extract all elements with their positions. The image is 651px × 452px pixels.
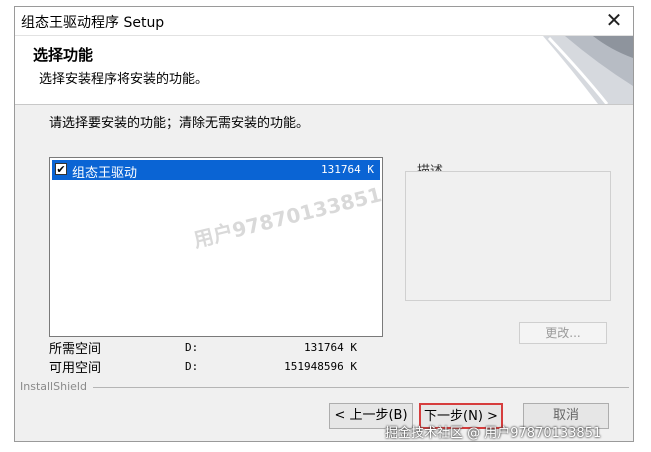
page-title: 选择功能 xyxy=(33,46,94,64)
description-panel xyxy=(405,171,611,301)
footer-divider xyxy=(93,387,629,388)
available-space-value: 151948596 K xyxy=(284,360,357,373)
setup-window: 组态王驱动程序 Setup ✕ 选择功能 选择安装程序将安装的功能。 请选择要安… xyxy=(14,6,634,442)
wizard-header: 选择功能 选择安装程序将安装的功能。 xyxy=(15,36,633,105)
available-space-label: 可用空间 xyxy=(49,361,102,376)
window-title: 组态王驱动程序 Setup xyxy=(21,15,165,31)
change-button[interactable]: 更改... xyxy=(519,322,607,344)
feature-checkbox[interactable]: ✔ xyxy=(55,163,67,175)
feature-size: 131764 K xyxy=(321,163,374,176)
screenshot: 组态王驱动程序 Setup ✕ 选择功能 选择安装程序将安装的功能。 请选择要安… xyxy=(0,0,651,452)
instruction-text: 请选择要安装的功能；清除无需安装的功能。 xyxy=(49,116,310,131)
feature-item[interactable]: ✔ 组态王驱动 131764 K xyxy=(52,160,380,181)
required-space-drive: D: xyxy=(185,341,199,354)
installshield-label: InstallShield xyxy=(20,380,87,393)
watermark-footer: 掘金技术社区 @ 用户97870133851 xyxy=(385,426,602,441)
required-space-value: 131764 K xyxy=(304,341,357,354)
required-space-label: 所需空间 xyxy=(49,342,102,357)
title-bar[interactable]: 组态王驱动程序 Setup ✕ xyxy=(15,7,633,36)
available-space-drive: D: xyxy=(185,360,199,373)
page-subtitle: 选择安装程序将安装的功能。 xyxy=(39,72,209,87)
feature-name: 组态王驱动 xyxy=(72,166,138,181)
header-graphic xyxy=(503,36,633,104)
close-icon[interactable]: ✕ xyxy=(603,9,625,31)
